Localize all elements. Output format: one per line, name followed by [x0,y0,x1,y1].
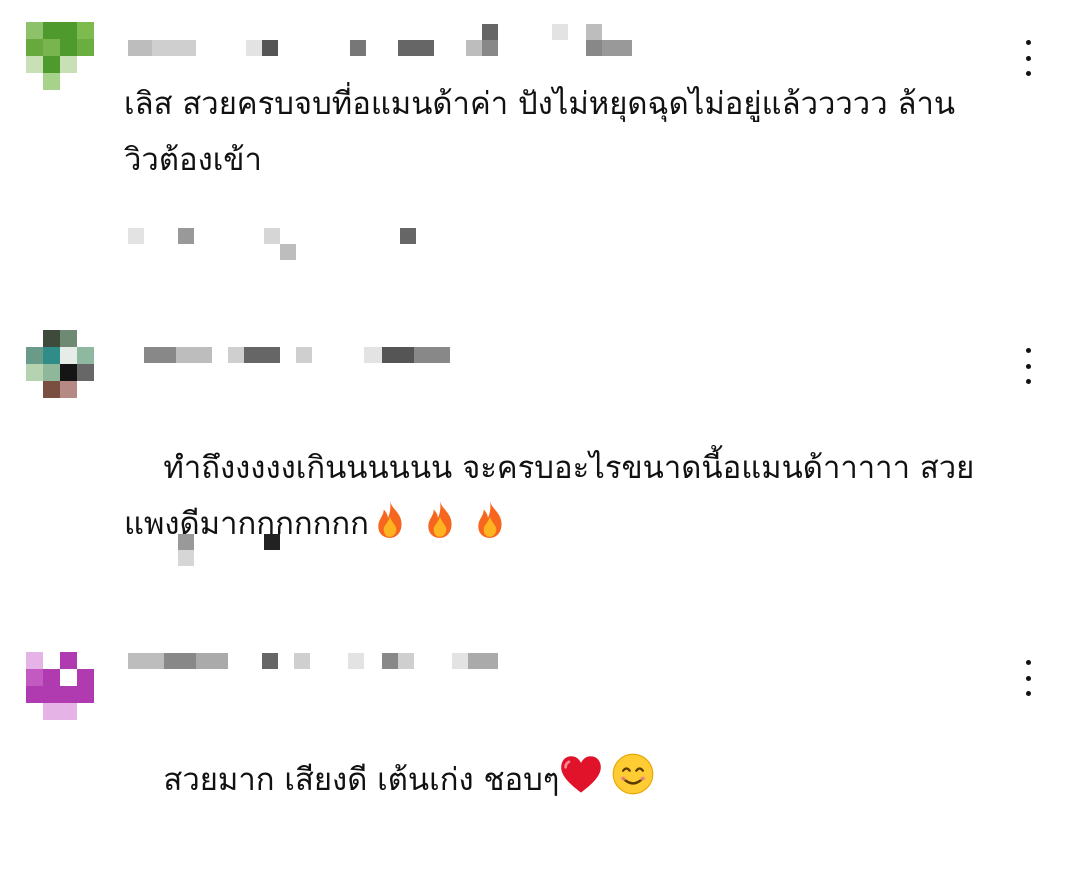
avatar-pixel [60,22,77,39]
avatar-pixel [77,669,94,686]
avatar-pixel [77,39,94,56]
avatar-pixel [60,652,77,669]
more-vert-icon [1025,660,1031,665]
avatar-pixel [77,22,94,39]
comment-text: ทำถึงงงงงเกินนนนนน จะครบอะไรขนาดนี้อแมนด… [124,384,1024,614]
avatar-pixel [77,652,94,669]
more-vert-icon [1025,348,1031,353]
avatar-pixel [43,56,60,73]
avatar[interactable] [26,330,94,398]
avatar-pixel [26,39,43,56]
avatar-pixel [60,39,77,56]
avatar-pixel [26,347,43,364]
avatar-pixel [43,39,60,56]
more-options-button[interactable] [1016,348,1040,384]
comment-author-blurred[interactable] [128,347,688,363]
avatar-pixel [43,381,60,398]
avatar-pixel [60,330,77,347]
avatar-pixel [43,652,60,669]
avatar-pixel [26,703,43,720]
comment-text: สวยมาก เสียงดี เต้นเก่ง ชอบๆ [124,696,1024,870]
fire-icon [469,498,511,558]
avatar-pixel [77,686,94,703]
avatar-pixel [60,686,77,703]
comment-text-content: สวยมาก เสียงดี เต้นเก่ง ชอบๆ [163,762,560,798]
comment-actions-blurred[interactable] [128,534,448,566]
comment-text: เลิส สวยครบจบที่อแมนด้าค่า ปังไม่หยุดฉุด… [124,86,956,178]
avatar-pixel [43,330,60,347]
avatar-pixel [26,364,43,381]
more-options-button[interactable] [1016,40,1040,76]
comment-author-blurred[interactable] [128,653,688,669]
avatar-pixel [43,703,60,720]
comment-actions-blurred[interactable] [128,228,448,260]
avatar-pixel [60,347,77,364]
red-heart-icon [559,754,603,814]
avatar[interactable] [26,652,94,720]
avatar-pixel [26,669,43,686]
avatar-pixel [43,347,60,364]
avatar-pixel [60,703,77,720]
avatar-pixel [60,73,77,90]
comment-author-blurred[interactable] [128,24,688,56]
avatar-pixel [77,364,94,381]
avatar-pixel [26,686,43,703]
avatar-pixel [26,652,43,669]
avatar-pixel [43,669,60,686]
avatar-pixel [77,381,94,398]
avatar[interactable] [26,22,94,90]
avatar-pixel [77,703,94,720]
avatar-pixel [77,330,94,347]
more-options-button[interactable] [1016,660,1040,696]
avatar-pixel [26,22,43,39]
avatar-pixel [60,56,77,73]
avatar-pixel [77,73,94,90]
avatar-pixel [43,686,60,703]
avatar-pixel [60,381,77,398]
comment-text-content: ทำถึงงงงงเกินนนนนน จะครบอะไรขนาดนี้อแมนด… [124,450,975,542]
avatar-pixel [60,669,77,686]
avatar-pixel [60,364,77,381]
avatar-pixel [26,56,43,73]
avatar-pixel [43,22,60,39]
avatar-pixel [26,330,43,347]
smiling-face-icon [611,752,655,814]
avatar-pixel [26,73,43,90]
avatar-pixel [77,347,94,364]
avatar-pixel [26,381,43,398]
more-vert-icon [1025,40,1031,45]
avatar-pixel [43,364,60,381]
avatar-pixel [43,73,60,90]
avatar-pixel [77,56,94,73]
